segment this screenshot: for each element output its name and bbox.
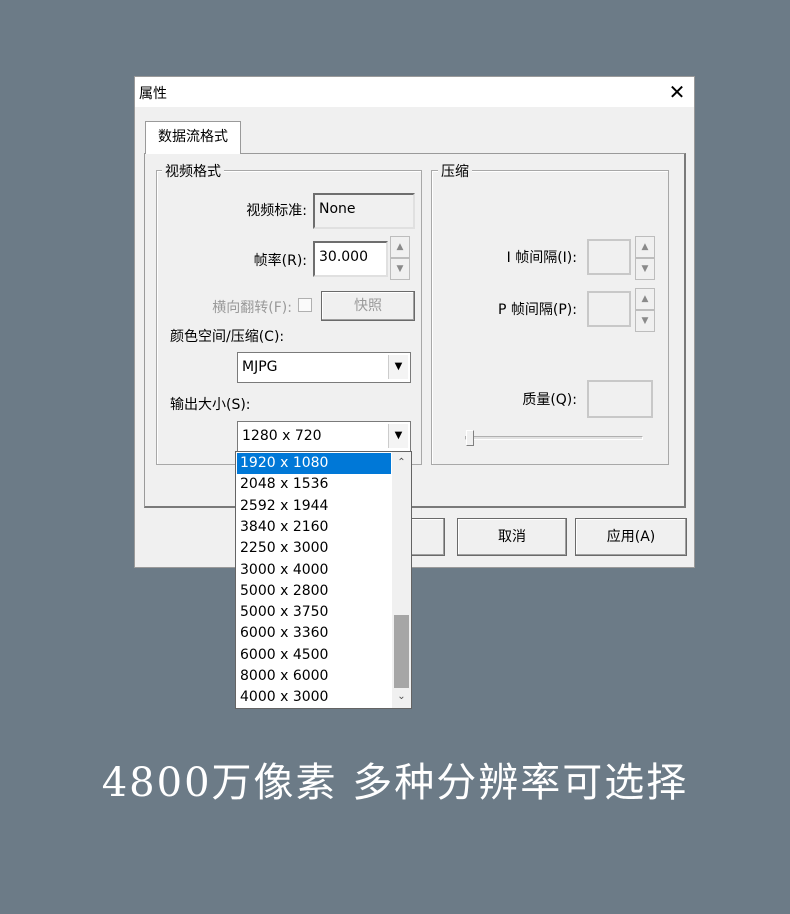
scroll-thumb[interactable]: [394, 615, 409, 688]
output-size-select[interactable]: 1280 x 720 ▼: [237, 421, 411, 452]
colorspace-value: MJPG: [242, 359, 278, 375]
colorspace-select[interactable]: MJPG ▼: [237, 352, 411, 383]
quality-slider-thumb[interactable]: [466, 430, 474, 446]
scroll-up-chevron-icon[interactable]: ⌃: [392, 454, 411, 472]
video-standard-field: None: [313, 193, 415, 229]
dropdown-option[interactable]: 6000 x 3360: [237, 623, 391, 644]
video-format-group-title: 视频格式: [162, 161, 224, 181]
p-frame-up-arrow-icon[interactable]: ▲: [635, 288, 655, 310]
properties-dialog: 属性 ✕ 数据流格式 视频格式 视频标准: None 帧率(R): 30.000…: [134, 76, 695, 568]
dropdown-option[interactable]: 3840 x 2160: [237, 517, 391, 538]
quality-input[interactable]: [587, 380, 653, 418]
p-frame-down-arrow-icon[interactable]: ▼: [635, 310, 655, 332]
dropdown-option[interactable]: 2592 x 1944: [237, 496, 391, 517]
framerate-label: 帧率(R):: [253, 253, 307, 269]
tab-panel: 视频格式 视频标准: None 帧率(R): 30.000 ▲ ▼ 横向翻转(F…: [144, 153, 686, 508]
title-bar[interactable]: 属性 ✕: [135, 77, 694, 107]
i-frame-spinner: ▲ ▼: [635, 236, 655, 280]
colorspace-dropdown-arrow-icon[interactable]: ▼: [388, 355, 408, 379]
flip-checkbox[interactable]: [298, 298, 312, 312]
i-frame-up-arrow-icon[interactable]: ▲: [635, 236, 655, 258]
dropdown-option[interactable]: 2250 x 3000: [237, 538, 391, 559]
flip-label: 横向翻转(F):: [212, 300, 292, 316]
tab-stream-format[interactable]: 数据流格式: [145, 121, 241, 154]
apply-button[interactable]: 应用(A): [575, 518, 687, 556]
dropdown-option[interactable]: 6000 x 4500: [237, 645, 391, 666]
output-size-dropdown-arrow-icon[interactable]: ▼: [388, 424, 408, 448]
output-size-value: 1280 x 720: [242, 428, 322, 444]
framerate-up-arrow-icon[interactable]: ▲: [390, 236, 410, 258]
dropdown-option[interactable]: 5000 x 2800: [237, 581, 391, 602]
dropdown-option[interactable]: 8000 x 6000: [237, 666, 391, 687]
dropdown-option[interactable]: 5000 x 3750: [237, 602, 391, 623]
p-frame-spinner: ▲ ▼: [635, 288, 655, 332]
i-frame-down-arrow-icon[interactable]: ▼: [635, 258, 655, 280]
i-frame-interval-input[interactable]: [587, 239, 631, 275]
window-title: 属性: [139, 86, 167, 102]
dropdown-option[interactable]: 1920 x 1080: [237, 453, 391, 474]
output-size-dropdown-list: 1920 x 1080 2048 x 1536 2592 x 1944 3840 x …: [235, 451, 412, 709]
close-icon[interactable]: ✕: [665, 80, 689, 104]
video-standard-label: 视频标准:: [246, 203, 307, 219]
dropdown-option[interactable]: 2048 x 1536: [237, 474, 391, 495]
output-size-label: 输出大小(S):: [170, 397, 251, 413]
dropdown-option[interactable]: 4000 x 3000: [237, 687, 391, 708]
dropdown-scrollbar[interactable]: ⌃ ⌄: [392, 452, 411, 708]
snapshot-button[interactable]: 快照: [321, 291, 415, 321]
cancel-button[interactable]: 取消: [457, 518, 567, 556]
dropdown-option[interactable]: 3000 x 4000: [237, 560, 391, 581]
i-frame-interval-label: I 帧间隔(I):: [506, 250, 577, 266]
quality-label: 质量(Q):: [522, 392, 577, 408]
compression-group-title: 压缩: [438, 161, 472, 181]
colorspace-label: 颜色空间/压缩(C):: [170, 329, 285, 345]
p-frame-interval-input[interactable]: [587, 291, 631, 327]
p-frame-interval-label: P 帧间隔(P):: [498, 302, 577, 318]
framerate-down-arrow-icon[interactable]: ▼: [390, 258, 410, 280]
scroll-down-chevron-icon[interactable]: ⌄: [392, 688, 411, 706]
framerate-input[interactable]: 30.000: [313, 241, 388, 277]
quality-slider-track[interactable]: [465, 436, 643, 440]
framerate-spinner: ▲ ▼: [390, 236, 410, 280]
promo-caption: 4800万像素 多种分辨率可选择: [101, 760, 689, 806]
